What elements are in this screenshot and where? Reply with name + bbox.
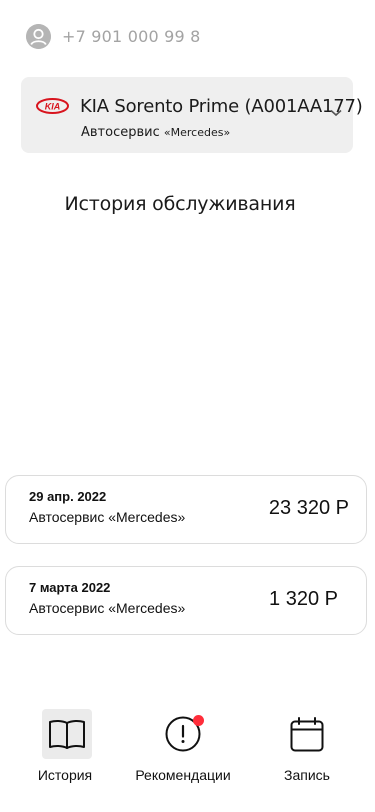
avatar-icon[interactable] bbox=[26, 23, 51, 49]
car-service: Автосервис «Mercedes» bbox=[81, 125, 230, 140]
phone-number: +7 901 000 99 8 bbox=[62, 26, 201, 46]
history-item[interactable]: 29 апр. 2022 Автосервис «Mercedes» 23 32… bbox=[5, 475, 367, 544]
profile-row[interactable]: +7 901 000 99 8 bbox=[26, 22, 201, 50]
car-selector[interactable]: KIA KIA Sorento Prime (A001AA177) Автосе… bbox=[21, 77, 363, 153]
car-name: KIA Sorento Prime (A001AA177) bbox=[80, 96, 363, 117]
history-item[interactable]: 7 марта 2022 Автосервис «Mercedes» 1 320… bbox=[5, 566, 367, 635]
tab-booking-label: Запись bbox=[284, 767, 330, 783]
bottom-tab-bar: История Рекомендации Запись bbox=[0, 700, 375, 800]
history-date: 7 марта 2022 bbox=[29, 580, 111, 595]
tab-history[interactable]: История bbox=[22, 700, 108, 800]
history-place: Автосервис «Mercedes» bbox=[29, 509, 186, 525]
tab-recommendations[interactable]: Рекомендации bbox=[130, 700, 236, 800]
kia-logo-icon: KIA bbox=[36, 98, 69, 114]
page-title: История обслуживания bbox=[64, 193, 296, 215]
book-icon bbox=[49, 719, 85, 749]
tab-booking[interactable]: Запись bbox=[272, 700, 342, 800]
tab-booking-icon-box bbox=[282, 709, 332, 759]
history-amount: 1 320 Р bbox=[269, 588, 338, 610]
service-name: «Mercedes» bbox=[163, 126, 231, 139]
history-amount: 23 320 Р bbox=[268, 497, 349, 519]
history-place: Автосервис «Mercedes» bbox=[29, 600, 186, 616]
chevron-down-icon[interactable] bbox=[330, 109, 342, 117]
tab-recommendations-label: Рекомендации bbox=[135, 767, 231, 783]
tab-recommendations-icon-box bbox=[158, 709, 208, 759]
history-date: 29 апр. 2022 bbox=[29, 489, 107, 504]
svg-text:KIA: KIA bbox=[45, 102, 61, 112]
service-prefix: Автосервис bbox=[81, 125, 160, 140]
tab-history-icon-box bbox=[42, 709, 92, 759]
tab-history-label: История bbox=[37, 767, 93, 783]
notification-badge bbox=[193, 715, 204, 726]
calendar-icon bbox=[290, 717, 324, 752]
